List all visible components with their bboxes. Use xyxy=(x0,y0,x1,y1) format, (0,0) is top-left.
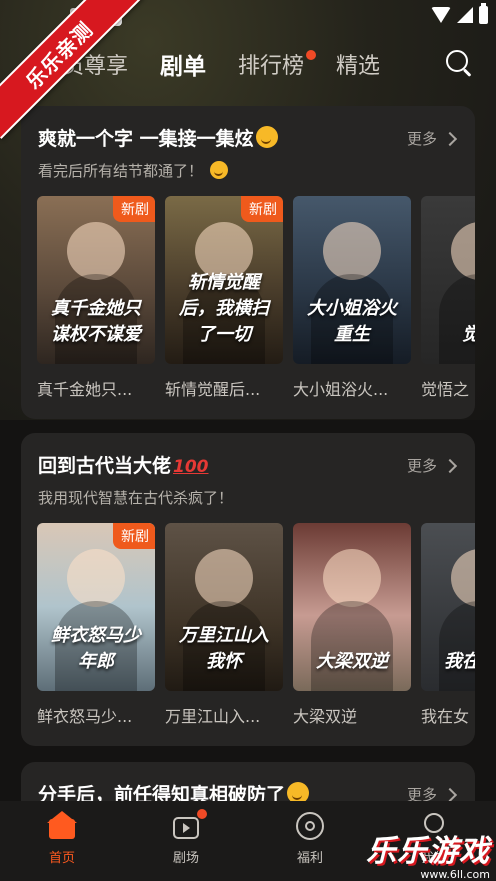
drama-card[interactable]: 大小姐浴火重生 大小姐浴火... xyxy=(293,196,411,400)
home-icon-base xyxy=(49,819,75,839)
drama-poster: 真千金她只谋权不谋爱 新剧 xyxy=(37,196,155,364)
nav-theater[interactable]: 剧场 xyxy=(146,809,226,866)
section-title-text: 爽就一个字 一集接一集炫 xyxy=(38,128,254,150)
tab-ranking[interactable]: 排行榜 xyxy=(238,48,317,80)
tv-play-icon-frame xyxy=(173,817,199,839)
search-icon[interactable] xyxy=(444,48,474,78)
drama-poster: 斩情觉醒后，我横扫了一切 新剧 xyxy=(165,196,283,364)
more-label: 更多 xyxy=(406,130,437,148)
home-icon xyxy=(47,811,77,841)
poster-figure-body xyxy=(439,601,475,691)
poster-art-title: 鲜衣怒马少年郎 xyxy=(51,625,141,672)
grin-emoji-icon xyxy=(209,161,228,179)
drama-card[interactable]: 我在大当 我在女 xyxy=(421,523,475,727)
drama-card[interactable]: 大梁双逆 大梁双逆 xyxy=(293,523,411,727)
chevron-right-icon xyxy=(442,131,458,146)
more-button[interactable]: 更多 xyxy=(406,128,458,149)
drama-card[interactable]: 觉悟 觉悟之 xyxy=(421,196,475,400)
drama-poster: 觉悟 xyxy=(421,196,475,364)
poster-art-title: 真千金她只谋权不谋爱 xyxy=(51,298,141,345)
playlist-section-1: 爽就一个字 一集接一集炫 更多 看完后所有结节都通了！ 真千金她只谋权不谋爱 新… xyxy=(21,106,475,419)
drama-title: 我在女 xyxy=(421,707,470,726)
drama-card[interactable]: 万里江山入我怀 万里江山入... xyxy=(165,523,283,727)
drama-poster: 大梁双逆 xyxy=(293,523,411,691)
drama-title: 万里江山入... xyxy=(165,707,261,726)
poster-figure-head xyxy=(451,222,475,280)
more-label: 更多 xyxy=(406,457,437,475)
poster-figure-head xyxy=(323,549,381,607)
new-badge: 新剧 xyxy=(241,196,283,222)
drama-card[interactable]: 真千金她只谋权不谋爱 新剧 真千金她只... xyxy=(37,196,155,400)
poster-row: 鲜衣怒马少年郎 新剧 鲜衣怒马少... 万里江山入我怀 万里江山入... 大梁双… xyxy=(37,523,475,727)
nav-label: 剧场 xyxy=(172,851,199,866)
more-button[interactable]: 更多 xyxy=(406,455,458,476)
tab-featured[interactable]: 精选 xyxy=(336,48,380,80)
tab-label: 精选 xyxy=(336,54,381,79)
wifi-icon xyxy=(431,7,451,23)
drama-poster: 我在大当 xyxy=(421,523,475,691)
tab-label: 排行榜 xyxy=(238,54,305,79)
new-badge: 新剧 xyxy=(113,196,155,222)
drama-poster: 大小姐浴火重生 xyxy=(293,196,411,364)
section-subtitle-text: 看完后所有结节都通了！ xyxy=(38,162,204,180)
tab-label: 剧单 xyxy=(160,54,207,80)
playlist-section-2: 回到古代当大佬 100 更多 我用现代智慧在古代杀疯了！ 鲜衣怒马少年郎 新剧 鲜… xyxy=(21,433,475,746)
tab-playlist[interactable]: 剧单 xyxy=(160,47,206,81)
drama-title: 鲜衣怒马少... xyxy=(37,707,133,726)
poster-figure-body xyxy=(439,274,475,364)
poster-art-title: 万里江山入我怀 xyxy=(179,625,269,672)
signal-icon xyxy=(457,7,473,23)
poster-figure-body xyxy=(311,601,393,691)
hundred-emoji-icon: 100 xyxy=(173,457,209,477)
poster-art-title: 斩情觉醒后，我横扫了一切 xyxy=(179,272,269,345)
poster-art-title: 大小姐浴火重生 xyxy=(307,298,397,345)
welfare-icon xyxy=(295,811,325,841)
nav-welfare[interactable]: 福利 xyxy=(270,811,350,866)
drama-card[interactable]: 斩情觉醒后，我横扫了一切 新剧 斩情觉醒后... xyxy=(165,196,283,400)
poster-art-title: 我在大当 xyxy=(444,651,475,672)
poster-row: 真千金她只谋权不谋爱 新剧 真千金她只... 斩情觉醒后，我横扫了一切 新剧 斩… xyxy=(37,196,475,400)
section-title: 爽就一个字 一集接一集炫 xyxy=(38,124,278,151)
chevron-right-icon xyxy=(442,787,458,802)
drama-title: 觉悟之 xyxy=(421,380,470,399)
nav-label: 福利 xyxy=(296,851,323,866)
nav-label: 首页 xyxy=(48,851,75,866)
poster-figure-head xyxy=(451,549,475,607)
poster-art-title: 觉悟 xyxy=(427,320,475,346)
drama-title: 大梁双逆 xyxy=(293,707,358,726)
poster-figure-head xyxy=(323,222,381,280)
section-title: 回到古代当大佬 100 xyxy=(38,451,209,478)
top-tab-bar: 会员尊享 剧单 排行榜 精选 xyxy=(40,44,412,84)
section-title-text: 回到古代当大佬 xyxy=(38,455,172,477)
status-icons xyxy=(431,3,488,24)
notification-dot xyxy=(306,50,317,60)
search-icon-handle xyxy=(462,68,472,77)
battery-icon xyxy=(479,3,488,24)
drama-title: 斩情觉醒后... xyxy=(165,380,261,399)
tv-play-icon xyxy=(171,809,207,841)
poster-figure-head xyxy=(67,222,125,280)
notification-dot xyxy=(197,809,207,819)
drama-title: 真千金她只... xyxy=(37,380,133,399)
poster-art-title: 大梁双逆 xyxy=(316,651,388,672)
poster-figure-head xyxy=(67,549,125,607)
drama-card[interactable]: 鲜衣怒马少年郎 新剧 鲜衣怒马少... xyxy=(37,523,155,727)
party-face-emoji-icon xyxy=(255,126,278,148)
nav-home[interactable]: 首页 xyxy=(22,811,102,866)
new-badge: 新剧 xyxy=(113,523,155,549)
drama-title: 大小姐浴火... xyxy=(293,380,389,399)
welfare-icon-ring xyxy=(296,812,324,840)
drama-poster: 鲜衣怒马少年郎 新剧 xyxy=(37,523,155,691)
watermark-logo-text: 乐乐游戏 xyxy=(366,834,490,869)
poster-figure-head xyxy=(195,549,253,607)
chevron-right-icon xyxy=(442,458,458,473)
drama-poster: 万里江山入我怀 xyxy=(165,523,283,691)
watermark: 乐乐游戏 www.6ll.com xyxy=(366,826,490,881)
section-subtitle: 我用现代智慧在古代杀疯了！ xyxy=(38,489,234,507)
section-subtitle: 看完后所有结节都通了！ xyxy=(38,160,228,181)
